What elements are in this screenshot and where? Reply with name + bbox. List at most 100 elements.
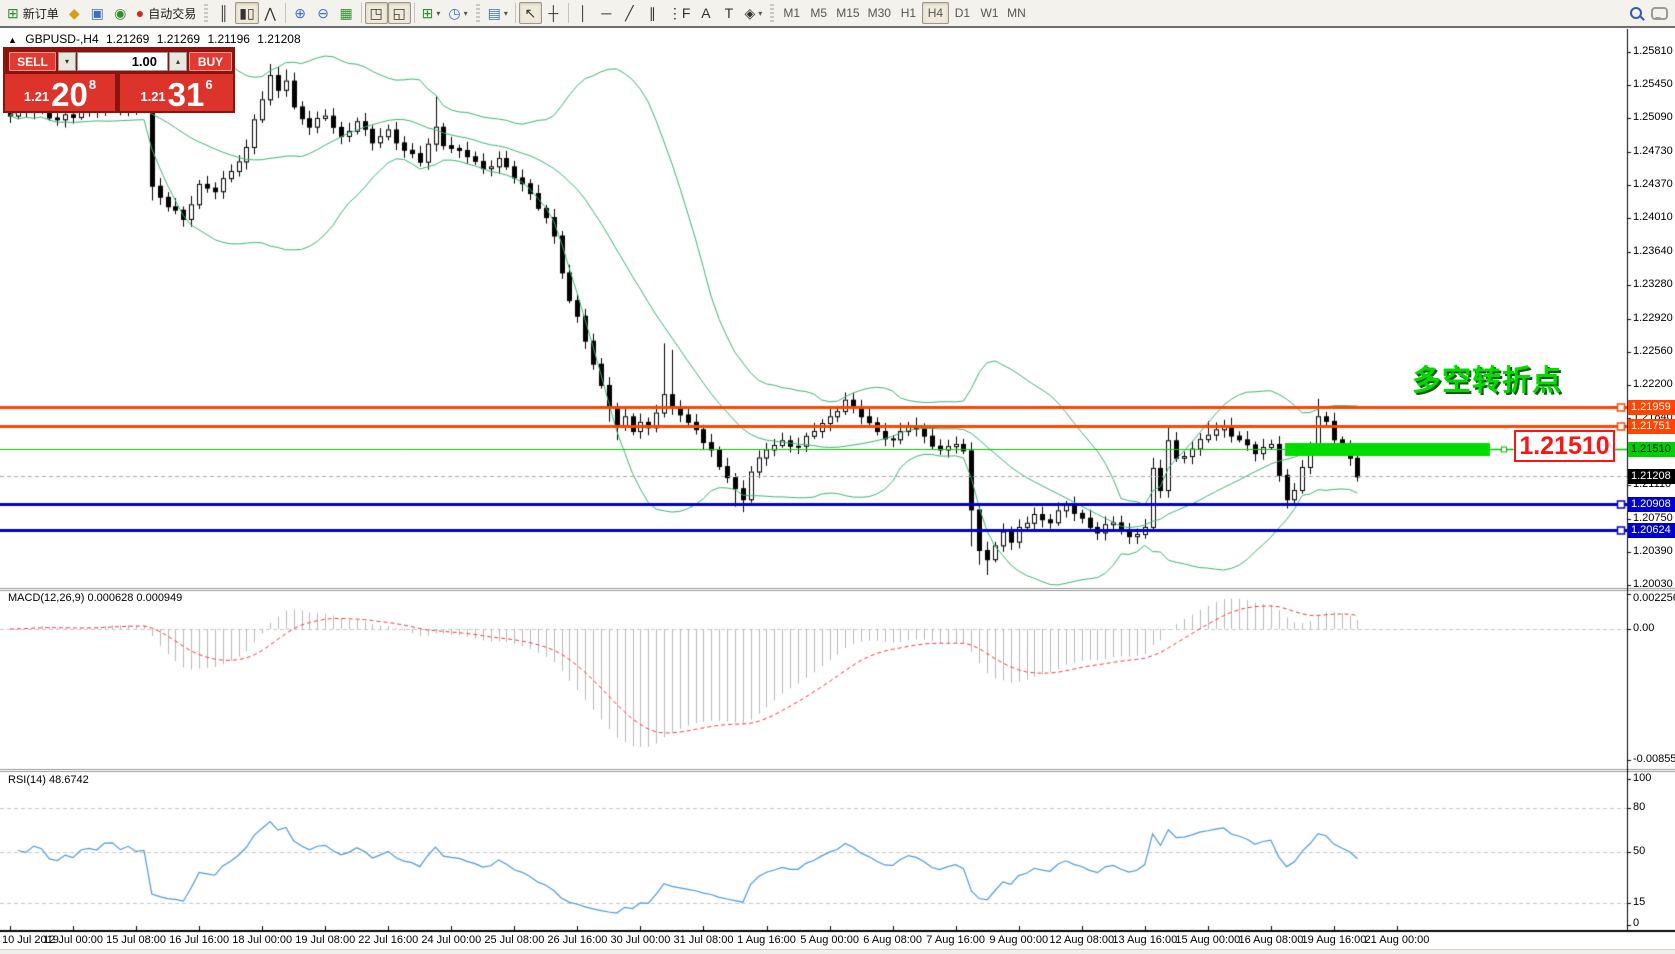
candlestick-chart-button[interactable]: ▮▯ xyxy=(235,2,258,24)
horizontal-line-icon: ─ xyxy=(601,5,611,21)
volume-decrease-button[interactable]: ▾ xyxy=(58,52,76,71)
timeframe-H1[interactable]: H1 xyxy=(895,2,922,24)
volume-input[interactable] xyxy=(77,52,168,71)
date-axis-label: 9 Aug 00:00 xyxy=(989,934,1048,946)
price-axis-tick: 1.24010 xyxy=(1633,211,1673,223)
sell-price-display[interactable]: 1.21 20 8 xyxy=(5,74,115,111)
text-tool-button[interactable]: A xyxy=(694,2,717,24)
timeframe-D1[interactable]: D1 xyxy=(949,2,976,24)
timeframe-M15[interactable]: M15 xyxy=(832,2,863,24)
timeframe-M5[interactable]: M5 xyxy=(805,2,832,24)
spinner-up-icon: ▴ xyxy=(176,57,180,66)
terminal-button[interactable]: ▣ xyxy=(86,2,109,24)
ohlc-close: 1.21208 xyxy=(257,32,300,46)
price-axis-tick: 1.22560 xyxy=(1633,345,1673,357)
template-button[interactable]: ▤▾ xyxy=(484,2,512,24)
auto-trading-button[interactable]: ● 自动交易 xyxy=(132,2,200,24)
cursor-icon: ↖ xyxy=(525,5,537,22)
date-axis-label: 31 Jul 08:00 xyxy=(674,934,734,946)
label-tool-icon: T xyxy=(725,5,734,21)
zoom-out-icon: ⊖ xyxy=(317,5,329,22)
market-watch-button[interactable]: ◆ xyxy=(63,2,86,24)
buy-button[interactable]: BUY xyxy=(189,52,232,71)
buy-price-display[interactable]: 1.21 31 6 xyxy=(120,74,233,111)
toolbar-grip xyxy=(204,4,208,22)
new-order-label: 新订单 xyxy=(23,5,59,22)
new-order-button[interactable]: ⊞ 新订单 xyxy=(3,2,63,24)
date-axis-label: 21 Aug 00:00 xyxy=(1365,934,1430,946)
trendline-icon: ╱ xyxy=(625,5,633,22)
price-axis-tick: 1.20390 xyxy=(1633,545,1673,557)
data-window-icon: ◳ xyxy=(370,5,383,22)
price-line-label: 1.21510 xyxy=(1628,442,1675,457)
auto-trading-label: 自动交易 xyxy=(148,5,196,22)
toolbar-separator xyxy=(515,3,516,23)
date-axis-label: 6 Aug 08:00 xyxy=(863,934,922,946)
zoom-in-button[interactable]: ⊕ xyxy=(289,2,312,24)
date-axis-label: 7 Aug 16:00 xyxy=(926,934,985,946)
collapse-arrow-icon: ▲ xyxy=(8,35,17,45)
data-window-button[interactable]: ◳ xyxy=(365,2,388,24)
price-axis-tick: 1.25090 xyxy=(1633,111,1673,123)
search-button[interactable] xyxy=(1624,2,1647,24)
monitor-icon: ▣ xyxy=(91,5,104,22)
fibonacci-tool-button[interactable]: ⋮F xyxy=(664,2,695,24)
cursor-tool-button[interactable]: ↖ xyxy=(519,2,542,24)
date-axis-label: 15 Jul 08:00 xyxy=(106,934,166,946)
channel-tool-button[interactable]: ∥ xyxy=(641,2,664,24)
period-button[interactable]: ◷▾ xyxy=(444,2,471,24)
label-tool-button[interactable]: T xyxy=(717,2,740,24)
rsi-axis-tick: 100 xyxy=(1633,772,1651,784)
dropdown-icon: ▾ xyxy=(758,9,762,18)
price-axis-tick: 1.20750 xyxy=(1633,512,1673,524)
tile-windows-button[interactable]: ▦ xyxy=(335,2,358,24)
candlestick-icon: ▮▯ xyxy=(239,5,254,22)
equidistant-channel-icon: ∥ xyxy=(649,5,656,22)
zoom-out-button[interactable]: ⊖ xyxy=(312,2,335,24)
chat-button[interactable] xyxy=(1647,2,1672,24)
dropdown-icon: ▾ xyxy=(504,9,508,18)
vertical-line-tool-button[interactable]: │ xyxy=(572,2,595,24)
clock-icon: ◷ xyxy=(448,5,460,22)
price-axis-tick: 1.22920 xyxy=(1633,312,1673,324)
timeframe-W1[interactable]: W1 xyxy=(976,2,1003,24)
timeframe-M1[interactable]: M1 xyxy=(778,2,805,24)
date-axis-label: 19 Aug 16:00 xyxy=(1302,934,1367,946)
timeframe-MN[interactable]: MN xyxy=(1003,2,1030,24)
shapes-tool-button[interactable]: ◈▾ xyxy=(740,2,766,24)
dropdown-icon: ▾ xyxy=(464,9,468,18)
price-axis-tick: 1.22200 xyxy=(1633,378,1673,390)
volume-increase-button[interactable]: ▴ xyxy=(169,52,187,71)
date-axis-label: 30 Jul 00:00 xyxy=(610,934,670,946)
navigator-button[interactable]: ◱ xyxy=(388,2,411,24)
chart-canvas[interactable] xyxy=(0,0,1675,954)
symbol-title[interactable]: ▲ GBPUSD-,H4 1.21269 1.21269 1.21196 1.2… xyxy=(8,32,305,46)
date-axis-label: 15 Aug 00:00 xyxy=(1175,934,1240,946)
date-axis-label: 25 Jul 08:00 xyxy=(484,934,544,946)
shapes-icon: ◈ xyxy=(744,5,755,22)
sell-button[interactable]: SELL xyxy=(9,52,56,71)
spinner-down-icon: ▾ xyxy=(65,57,69,66)
horizontal-line-tool-button[interactable]: ─ xyxy=(595,2,618,24)
signals-button[interactable]: ◉ xyxy=(109,2,132,24)
date-axis-label: 22 Jul 16:00 xyxy=(358,934,418,946)
toolbar: ⊞ 新订单 ◆ ▣ ◉ ● 自动交易 ║ ▮▯ ⋀ ⊕ ⊖ ▦ ◳ ◱ ⊞▾ ◷… xyxy=(0,0,1675,28)
hat-icon: ◆ xyxy=(69,5,80,22)
bar-chart-button[interactable]: ║ xyxy=(212,2,235,24)
toolbar-grip xyxy=(770,4,774,22)
price-axis-tick: 1.24730 xyxy=(1633,145,1673,157)
add-indicator-button[interactable]: ⊞▾ xyxy=(418,2,445,24)
date-axis-label: 16 Aug 08:00 xyxy=(1238,934,1303,946)
price-callout-box[interactable]: 1.21510 xyxy=(1514,430,1615,462)
toolbar-separator xyxy=(414,3,415,23)
line-chart-button[interactable]: ⋀ xyxy=(259,2,282,24)
crosshair-icon: ┼ xyxy=(548,5,558,21)
tile-windows-icon: ▦ xyxy=(340,5,353,22)
turning-point-annotation[interactable]: 多空转折点 xyxy=(1412,357,1562,399)
trendline-tool-button[interactable]: ╱ xyxy=(618,2,641,24)
timeframe-M30[interactable]: M30 xyxy=(864,2,895,24)
timeframe-H4[interactable]: H4 xyxy=(922,2,949,24)
price-line-label: 1.21959 xyxy=(1628,400,1675,415)
crosshair-tool-button[interactable]: ┼ xyxy=(542,2,565,24)
price-line-label: 1.21208 xyxy=(1628,469,1675,484)
